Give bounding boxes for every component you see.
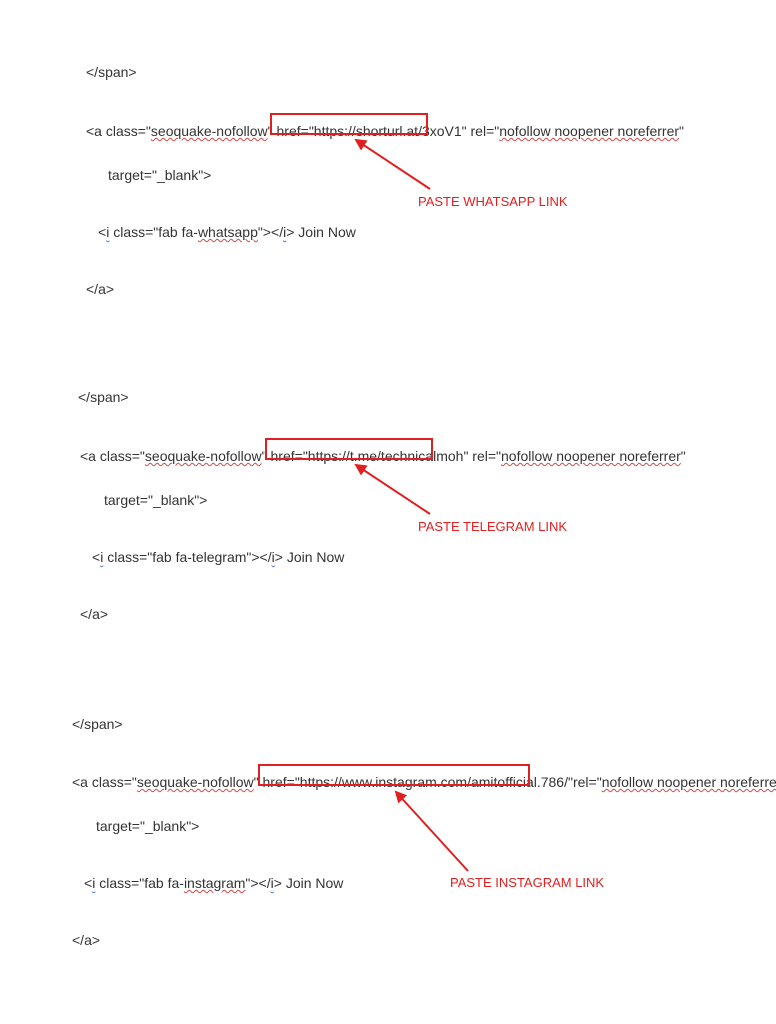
href-value: https://www.instagram.com/amitofficial.7… bbox=[300, 774, 568, 790]
href-value: https://shorturl.at/3xoV1 bbox=[314, 123, 462, 139]
annotation-whatsapp: PASTE WHATSAPP LINK bbox=[418, 192, 568, 213]
code-text: <i class="fab fa- bbox=[98, 224, 198, 240]
code-text: <a class=" bbox=[72, 774, 137, 790]
code-text: " rel=" bbox=[462, 123, 500, 139]
target-line: target="_blank"> bbox=[96, 815, 199, 837]
target-line: target="_blank"> bbox=[104, 489, 207, 511]
anchor-open-line: <a class="seoquake-nofollow" href="https… bbox=[72, 771, 776, 793]
icon-line: <i class="fab fa-whatsapp"></i> Join Now bbox=[98, 221, 356, 243]
href-value: https://t.me/technicalmoh bbox=[308, 448, 464, 464]
code-text: " bbox=[681, 448, 686, 464]
code-text: "></i> Join Now bbox=[258, 224, 356, 240]
code-text: <a class=" bbox=[86, 123, 151, 139]
close-span-tag: </span> bbox=[86, 61, 137, 83]
arrow-icon bbox=[350, 459, 440, 519]
icon-line: <i class="fab fa-telegram"></i> Join Now bbox=[92, 546, 344, 568]
code-text: <i class="fab fa-instagram"></i> Join No… bbox=[84, 875, 343, 891]
close-span-tag: </span> bbox=[78, 386, 129, 408]
icon-name: whatsapp bbox=[198, 224, 258, 240]
class-value: seoquake-nofollow bbox=[145, 448, 262, 464]
class-value: seoquake-nofollow bbox=[151, 123, 268, 139]
rel-value: nofollow noopener noreferrer bbox=[602, 774, 776, 790]
code-text: <a class=" bbox=[80, 448, 145, 464]
anchor-open-line: <a class="seoquake-nofollow" href="https… bbox=[80, 445, 686, 467]
code-text: " href=" bbox=[268, 123, 314, 139]
rel-value: nofollow noopener noreferrer bbox=[501, 448, 681, 464]
close-span-tag: </span> bbox=[72, 713, 123, 735]
close-a-tag: </a> bbox=[72, 929, 100, 951]
code-text: " href=" bbox=[254, 774, 300, 790]
close-a-tag: </a> bbox=[80, 603, 108, 625]
code-text: " href=" bbox=[262, 448, 308, 464]
icon-line: <i class="fab fa-instagram"></i> Join No… bbox=[84, 872, 343, 894]
code-text: " bbox=[679, 123, 684, 139]
rel-pre: rel=" bbox=[573, 774, 602, 790]
annotation-instagram: PASTE INSTAGRAM LINK bbox=[450, 873, 604, 894]
arrow-icon bbox=[350, 134, 440, 194]
code-text: <i class="fab fa-telegram"></i> Join Now bbox=[92, 549, 344, 565]
anchor-open-line: <a class="seoquake-nofollow" href="https… bbox=[86, 120, 684, 142]
code-text: " rel=" bbox=[463, 448, 501, 464]
close-a-tag: </a> bbox=[86, 278, 114, 300]
class-value: seoquake-nofollow bbox=[137, 774, 254, 790]
target-line: target="_blank"> bbox=[108, 164, 211, 186]
rel-value: nofollow noopener noreferrer bbox=[499, 123, 679, 139]
annotation-telegram: PASTE TELEGRAM LINK bbox=[418, 517, 567, 538]
arrow-icon bbox=[390, 786, 480, 876]
